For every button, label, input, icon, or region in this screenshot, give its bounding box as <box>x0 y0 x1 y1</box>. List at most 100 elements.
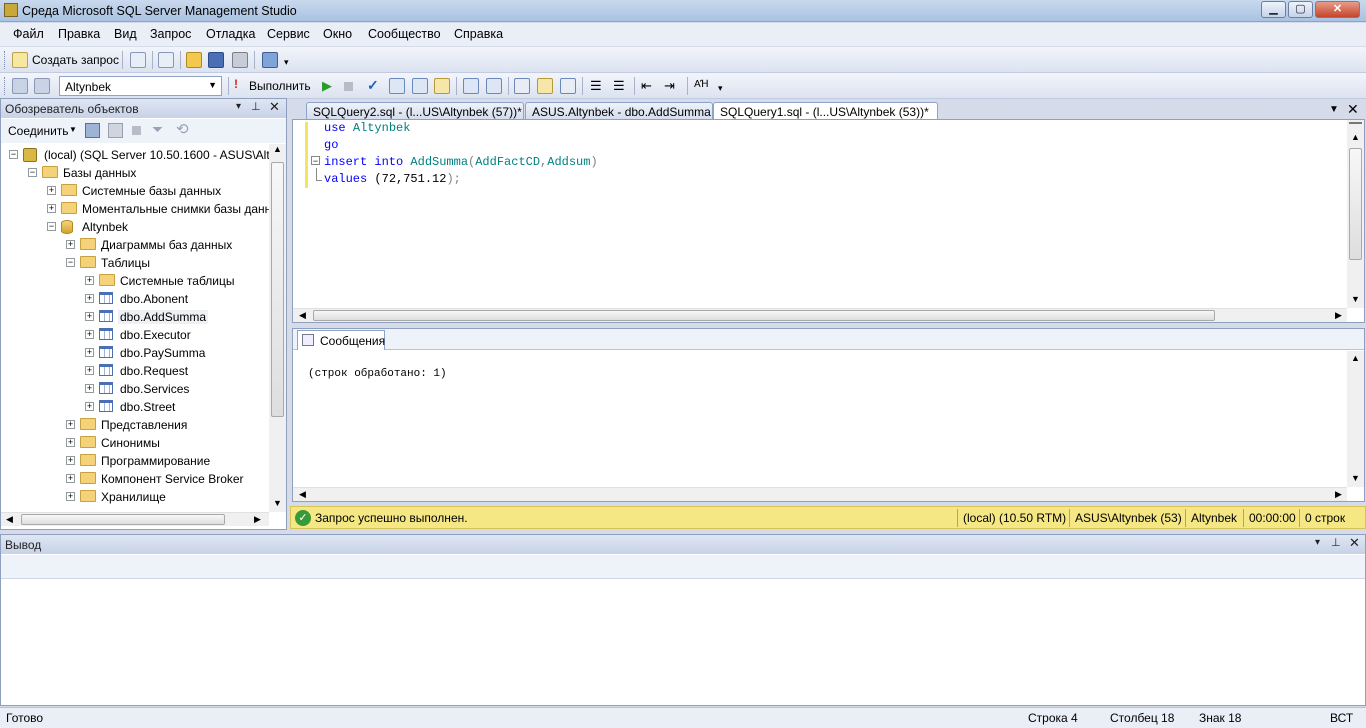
expand-icon[interactable]: + <box>85 276 94 285</box>
menu-window[interactable]: Окно <box>323 27 352 41</box>
menu-file[interactable]: Файл <box>13 27 44 41</box>
scroll-left-icon[interactable]: ◀ <box>6 514 13 525</box>
expand-icon[interactable]: + <box>66 438 75 447</box>
close-icon[interactable]: ✕ <box>1349 535 1360 551</box>
change-connection-icon[interactable] <box>34 78 50 94</box>
code-line[interactable]: values (72,751.12); <box>324 172 461 189</box>
close-icon[interactable]: ✕ <box>1347 101 1359 118</box>
print-icon[interactable] <box>232 52 248 68</box>
tree-node[interactable]: + Хранилище <box>1 488 269 506</box>
connect-object-icon[interactable] <box>85 123 100 138</box>
tree-node[interactable]: + Программирование <box>1 452 269 470</box>
menu-community[interactable]: Сообщество <box>368 27 441 41</box>
expand-icon[interactable]: + <box>85 312 94 321</box>
disconnect-icon[interactable] <box>108 123 123 138</box>
scroll-thumb[interactable] <box>271 162 284 417</box>
expand-icon[interactable]: + <box>85 402 94 411</box>
stop-icon[interactable] <box>344 82 353 91</box>
new-query-button[interactable]: Создать запрос <box>32 53 119 67</box>
scroll-up-icon[interactable]: ▲ <box>273 144 282 154</box>
tab-list-icon[interactable]: ▼ <box>1329 104 1339 115</box>
parse-check-icon[interactable]: ✓ <box>367 77 379 94</box>
uncomment-icon[interactable]: ☰ <box>613 78 625 94</box>
query-designer-icon[interactable] <box>412 78 428 94</box>
pin-icon[interactable]: ⊥ <box>1331 536 1341 549</box>
tree-node[interactable]: − Altynbek <box>1 218 269 236</box>
filter-icon[interactable]: ⏷ <box>152 121 163 138</box>
scroll-thumb[interactable] <box>313 310 1215 321</box>
menu-view[interactable]: Вид <box>114 27 137 41</box>
tab-messages[interactable]: Сообщения <box>297 330 385 350</box>
tree-node[interactable]: + Системные базы данных <box>1 182 269 200</box>
expand-icon[interactable]: + <box>85 294 94 303</box>
expand-icon[interactable]: + <box>85 330 94 339</box>
scroll-left-icon[interactable]: ◀ <box>299 489 306 500</box>
editor-horizontal-scrollbar[interactable]: ◀ ▶ <box>293 308 1347 322</box>
panel-menu-icon[interactable]: ▾ <box>1315 537 1320 548</box>
expand-icon[interactable]: + <box>85 348 94 357</box>
collapse-icon[interactable]: − <box>66 258 75 267</box>
panel-menu-icon[interactable]: ▾ <box>236 101 241 112</box>
display-plan-icon[interactable] <box>389 78 405 94</box>
tree-node[interactable]: + Моментальные снимки базы данных <box>1 200 269 218</box>
results-file-icon[interactable] <box>560 78 576 94</box>
add-file-icon[interactable] <box>158 52 174 68</box>
code-line[interactable]: use Altynbek <box>324 121 410 138</box>
expand-icon[interactable]: + <box>66 474 75 483</box>
expand-icon[interactable]: + <box>66 240 75 249</box>
code-line[interactable]: go <box>324 138 338 155</box>
open-folder-icon[interactable] <box>186 52 202 68</box>
results-text-icon[interactable] <box>514 78 530 94</box>
database-select[interactable]: Altynbek ▼ <box>59 76 222 96</box>
tab-sqlquery1[interactable]: SQLQuery1.sql - (l...US\Altynbek (53))* <box>713 102 938 120</box>
chevron-down-icon[interactable]: ▼ <box>69 125 77 134</box>
scroll-thumb[interactable] <box>21 514 225 525</box>
tree-node[interactable]: + dbo.Abonent <box>1 290 269 308</box>
code-area[interactable]: use Altynbek go insert into AddSumma(AddFa… <box>293 120 1343 308</box>
tree-node[interactable]: + dbo.AddSumma <box>1 308 269 326</box>
debug-play-icon[interactable]: ▶ <box>322 78 332 94</box>
scroll-right-icon[interactable]: ▶ <box>254 514 261 525</box>
execute-button[interactable]: Выполнить <box>249 79 311 93</box>
tree-node[interactable]: + dbo.Street <box>1 398 269 416</box>
tab-addsumma[interactable]: ASUS.Altynbek - dbo.AddSumma <box>525 102 713 120</box>
menu-query[interactable]: Запрос <box>150 27 191 41</box>
tree-node[interactable]: + Представления <box>1 416 269 434</box>
collapse-icon[interactable]: − <box>9 150 18 159</box>
tree-node[interactable]: + Компонент Service Broker <box>1 470 269 488</box>
scroll-thumb[interactable] <box>1349 148 1362 260</box>
increase-indent-icon[interactable]: ⇥ <box>664 78 675 94</box>
maximize-button[interactable]: ▢ <box>1288 1 1313 18</box>
connect-button[interactable]: Соединить <box>8 124 69 138</box>
tab-sqlquery2[interactable]: SQLQuery2.sql - (l...US\Altynbek (57))* <box>306 102 524 120</box>
include-plan-icon[interactable] <box>463 78 479 94</box>
refresh-icon[interactable]: ⟲ <box>176 120 189 138</box>
expand-icon[interactable]: + <box>47 204 56 213</box>
scroll-up-icon[interactable]: ▲ <box>1351 132 1360 142</box>
tree-node[interactable]: + dbo.Executor <box>1 326 269 344</box>
menu-help[interactable]: Справка <box>454 27 503 41</box>
editor-vertical-scrollbar[interactable]: ▲ ▼ <box>1347 120 1364 308</box>
expand-icon[interactable]: + <box>66 492 75 501</box>
tree-horizontal-scrollbar[interactable]: ◀ ▶ <box>1 512 269 526</box>
tree-node[interactable]: − Базы данных <box>1 164 269 182</box>
toolbar-overflow-icon[interactable]: ▾ <box>718 83 723 94</box>
minimize-button[interactable]: ▁ <box>1261 1 1286 18</box>
pin-icon[interactable]: ⊥ <box>251 100 261 113</box>
new-file-icon[interactable] <box>130 52 146 68</box>
expand-icon[interactable]: + <box>85 384 94 393</box>
tree-vertical-scrollbar[interactable]: ▲ ▼ <box>269 144 286 512</box>
menu-debug[interactable]: Отладка <box>206 27 255 41</box>
connect-icon[interactable] <box>12 78 28 94</box>
tree-node[interactable]: + Синонимы <box>1 434 269 452</box>
collapse-icon[interactable]: − <box>47 222 56 231</box>
tree-node[interactable]: + dbo.Services <box>1 380 269 398</box>
code-line[interactable]: insert into AddSumma(AddFactCD,Addsum) <box>324 155 598 172</box>
results-horizontal-scrollbar[interactable]: ◀ ▶ <box>293 487 1347 501</box>
scroll-up-icon[interactable]: ▲ <box>1351 353 1360 363</box>
toolbar-grip[interactable] <box>4 51 7 69</box>
save-icon[interactable] <box>208 52 224 68</box>
tree-node[interactable]: + dbo.Request <box>1 362 269 380</box>
toolbar-grip[interactable] <box>4 77 7 95</box>
client-stats-icon[interactable] <box>486 78 502 94</box>
